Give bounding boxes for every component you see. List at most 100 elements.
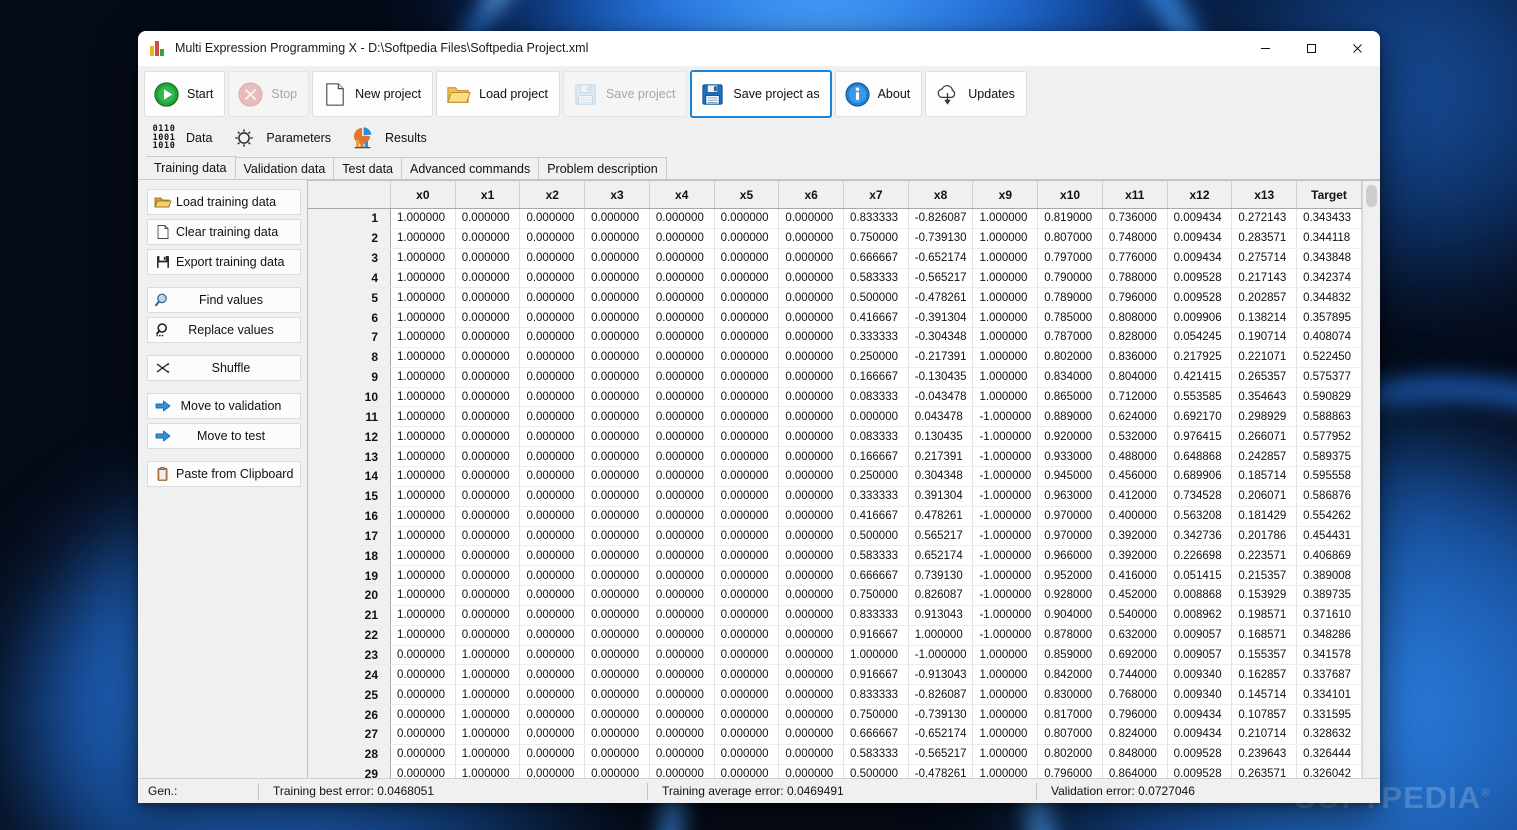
cell-x12[interactable]: 0.008868 xyxy=(1167,585,1233,606)
cell-x12[interactable]: 0.009057 xyxy=(1167,625,1233,646)
cell-x13[interactable]: 0.210714 xyxy=(1231,724,1298,745)
cell-target[interactable]: 0.331595 xyxy=(1296,704,1362,725)
cell-x1[interactable]: 0.000000 xyxy=(455,565,521,587)
cell-x5[interactable]: 0.000000 xyxy=(714,664,780,686)
cell-x12[interactable]: 0.009906 xyxy=(1167,307,1233,329)
row-number-cell[interactable]: 3 xyxy=(308,248,391,269)
cell-x8[interactable]: -1.000000 xyxy=(908,645,974,666)
table-row[interactable]: 12 1.000000 0.000000 0.000000 0.000000 0.0000… xyxy=(308,426,1362,448)
cell-x10[interactable]: 0.904000 xyxy=(1037,605,1103,626)
cell-x11[interactable]: 0.692000 xyxy=(1102,645,1168,666)
cell-x8[interactable]: 0.043478 xyxy=(908,406,974,428)
row-number-cell[interactable]: 19 xyxy=(308,565,391,587)
cell-x4[interactable]: 0.000000 xyxy=(649,387,715,408)
cell-target[interactable]: 0.590829 xyxy=(1296,387,1362,408)
cell-x5[interactable]: 0.000000 xyxy=(714,426,780,448)
cell-x10[interactable]: 0.933000 xyxy=(1037,446,1103,467)
data-grid[interactable]: x0 x1 x2 x3 x4 x5 x6 x7 x8 x9 x10 x11 x1… xyxy=(308,181,1362,778)
cell-x0[interactable]: 1.000000 xyxy=(390,565,456,587)
cell-x6[interactable]: 0.000000 xyxy=(778,744,845,765)
tab-training-data[interactable]: Training data xyxy=(146,156,236,179)
cell-x10[interactable]: 0.952000 xyxy=(1037,565,1103,587)
cell-x9[interactable]: -1.000000 xyxy=(972,426,1039,448)
cell-x2[interactable]: 0.000000 xyxy=(519,248,586,269)
cell-x8[interactable]: -0.739130 xyxy=(908,228,974,249)
cell-x13[interactable]: 0.263571 xyxy=(1231,764,1298,778)
cell-x10[interactable]: 0.928000 xyxy=(1037,585,1103,606)
cell-x0[interactable]: 0.000000 xyxy=(390,744,456,765)
cell-x8[interactable]: -0.913043 xyxy=(908,664,974,686)
new-project-button[interactable]: New project xyxy=(312,71,434,117)
cell-x4[interactable]: 0.000000 xyxy=(649,347,715,368)
cell-x8[interactable]: 0.739130 xyxy=(908,565,974,587)
cell-x12[interactable]: 0.217925 xyxy=(1167,347,1233,368)
cell-x2[interactable]: 0.000000 xyxy=(519,724,586,745)
cell-x6[interactable]: 0.000000 xyxy=(778,645,845,666)
cell-x8[interactable]: -0.478261 xyxy=(908,287,974,309)
cell-x1[interactable]: 0.000000 xyxy=(455,327,521,348)
cell-x13[interactable]: 0.190714 xyxy=(1231,327,1298,348)
cell-x13[interactable]: 0.153929 xyxy=(1231,585,1298,606)
cell-x1[interactable]: 0.000000 xyxy=(455,347,521,368)
cell-x8[interactable]: 0.826087 xyxy=(908,585,974,606)
row-number-cell[interactable]: 12 xyxy=(308,426,391,448)
cell-x1[interactable]: 0.000000 xyxy=(455,268,521,289)
cell-x10[interactable]: 0.797000 xyxy=(1037,248,1103,269)
results-button[interactable]: Results xyxy=(345,120,438,156)
cell-x12[interactable]: 0.009340 xyxy=(1167,684,1233,706)
cell-x7[interactable]: 0.833333 xyxy=(843,605,909,626)
cell-x10[interactable]: 0.807000 xyxy=(1037,228,1103,249)
cell-x4[interactable]: 0.000000 xyxy=(649,426,715,448)
tab-validation-data[interactable]: Validation data xyxy=(234,157,335,179)
cell-x13[interactable]: 0.266071 xyxy=(1231,426,1298,448)
cell-x13[interactable]: 0.181429 xyxy=(1231,506,1298,527)
cell-x13[interactable]: 0.145714 xyxy=(1231,684,1298,706)
cell-x0[interactable]: 1.000000 xyxy=(390,426,456,448)
cell-x5[interactable]: 0.000000 xyxy=(714,645,780,666)
cell-x2[interactable]: 0.000000 xyxy=(519,645,586,666)
cell-x8[interactable]: -0.652174 xyxy=(908,248,974,269)
cell-x4[interactable]: 0.000000 xyxy=(649,585,715,606)
cell-x2[interactable]: 0.000000 xyxy=(519,208,586,229)
cell-x3[interactable]: 0.000000 xyxy=(584,228,650,249)
cell-x9[interactable]: 1.000000 xyxy=(972,327,1039,348)
cell-x5[interactable]: 0.000000 xyxy=(714,506,780,527)
cell-x13[interactable]: 0.275714 xyxy=(1231,248,1298,269)
cell-x13[interactable]: 0.298929 xyxy=(1231,406,1298,428)
cell-x0[interactable]: 1.000000 xyxy=(390,228,456,249)
table-row[interactable]: 8 1.000000 0.000000 0.000000 0.000000 0.00000… xyxy=(308,347,1362,368)
cell-x8[interactable]: -0.565217 xyxy=(908,268,974,289)
cell-x3[interactable]: 0.000000 xyxy=(584,367,650,388)
cell-x12[interactable]: 0.553585 xyxy=(1167,387,1233,408)
cell-x6[interactable]: 0.000000 xyxy=(778,446,845,467)
cell-x1[interactable]: 0.000000 xyxy=(455,625,521,646)
cell-x5[interactable]: 0.000000 xyxy=(714,585,780,606)
cell-x5[interactable]: 0.000000 xyxy=(714,307,780,329)
cell-x9[interactable]: 1.000000 xyxy=(972,268,1039,289)
shuffle-button[interactable]: Shuffle xyxy=(147,355,301,381)
table-row[interactable]: 13 1.000000 0.000000 0.000000 0.000000 0.0000… xyxy=(308,446,1362,467)
cell-x11[interactable]: 0.824000 xyxy=(1102,724,1168,745)
data-button[interactable]: 0110 1001 1010 Data xyxy=(146,120,223,156)
cell-target[interactable]: 0.342374 xyxy=(1296,268,1362,289)
cell-x13[interactable]: 0.272143 xyxy=(1231,208,1298,229)
cell-x4[interactable]: 0.000000 xyxy=(649,605,715,626)
cell-x12[interactable]: 0.342736 xyxy=(1167,526,1233,547)
cell-x1[interactable]: 0.000000 xyxy=(455,486,521,507)
cell-x4[interactable]: 0.000000 xyxy=(649,327,715,348)
cell-x11[interactable]: 0.392000 xyxy=(1102,545,1168,567)
cell-x7[interactable]: 1.000000 xyxy=(843,645,909,666)
cell-x3[interactable]: 0.000000 xyxy=(584,426,650,448)
cell-x1[interactable]: 0.000000 xyxy=(455,248,521,269)
row-number-cell[interactable]: 21 xyxy=(308,605,391,626)
cell-x11[interactable]: 0.744000 xyxy=(1102,664,1168,686)
cell-x0[interactable]: 1.000000 xyxy=(390,406,456,428)
cell-x1[interactable]: 0.000000 xyxy=(455,466,521,487)
cell-x12[interactable]: 0.648868 xyxy=(1167,446,1233,467)
cell-x8[interactable]: -0.130435 xyxy=(908,367,974,388)
cell-x10[interactable]: 0.830000 xyxy=(1037,684,1103,706)
row-number-header[interactable] xyxy=(308,181,391,209)
cell-x7[interactable]: 0.916667 xyxy=(843,664,909,686)
cell-target[interactable]: 0.406869 xyxy=(1296,545,1362,567)
cell-target[interactable]: 0.577952 xyxy=(1296,426,1362,448)
